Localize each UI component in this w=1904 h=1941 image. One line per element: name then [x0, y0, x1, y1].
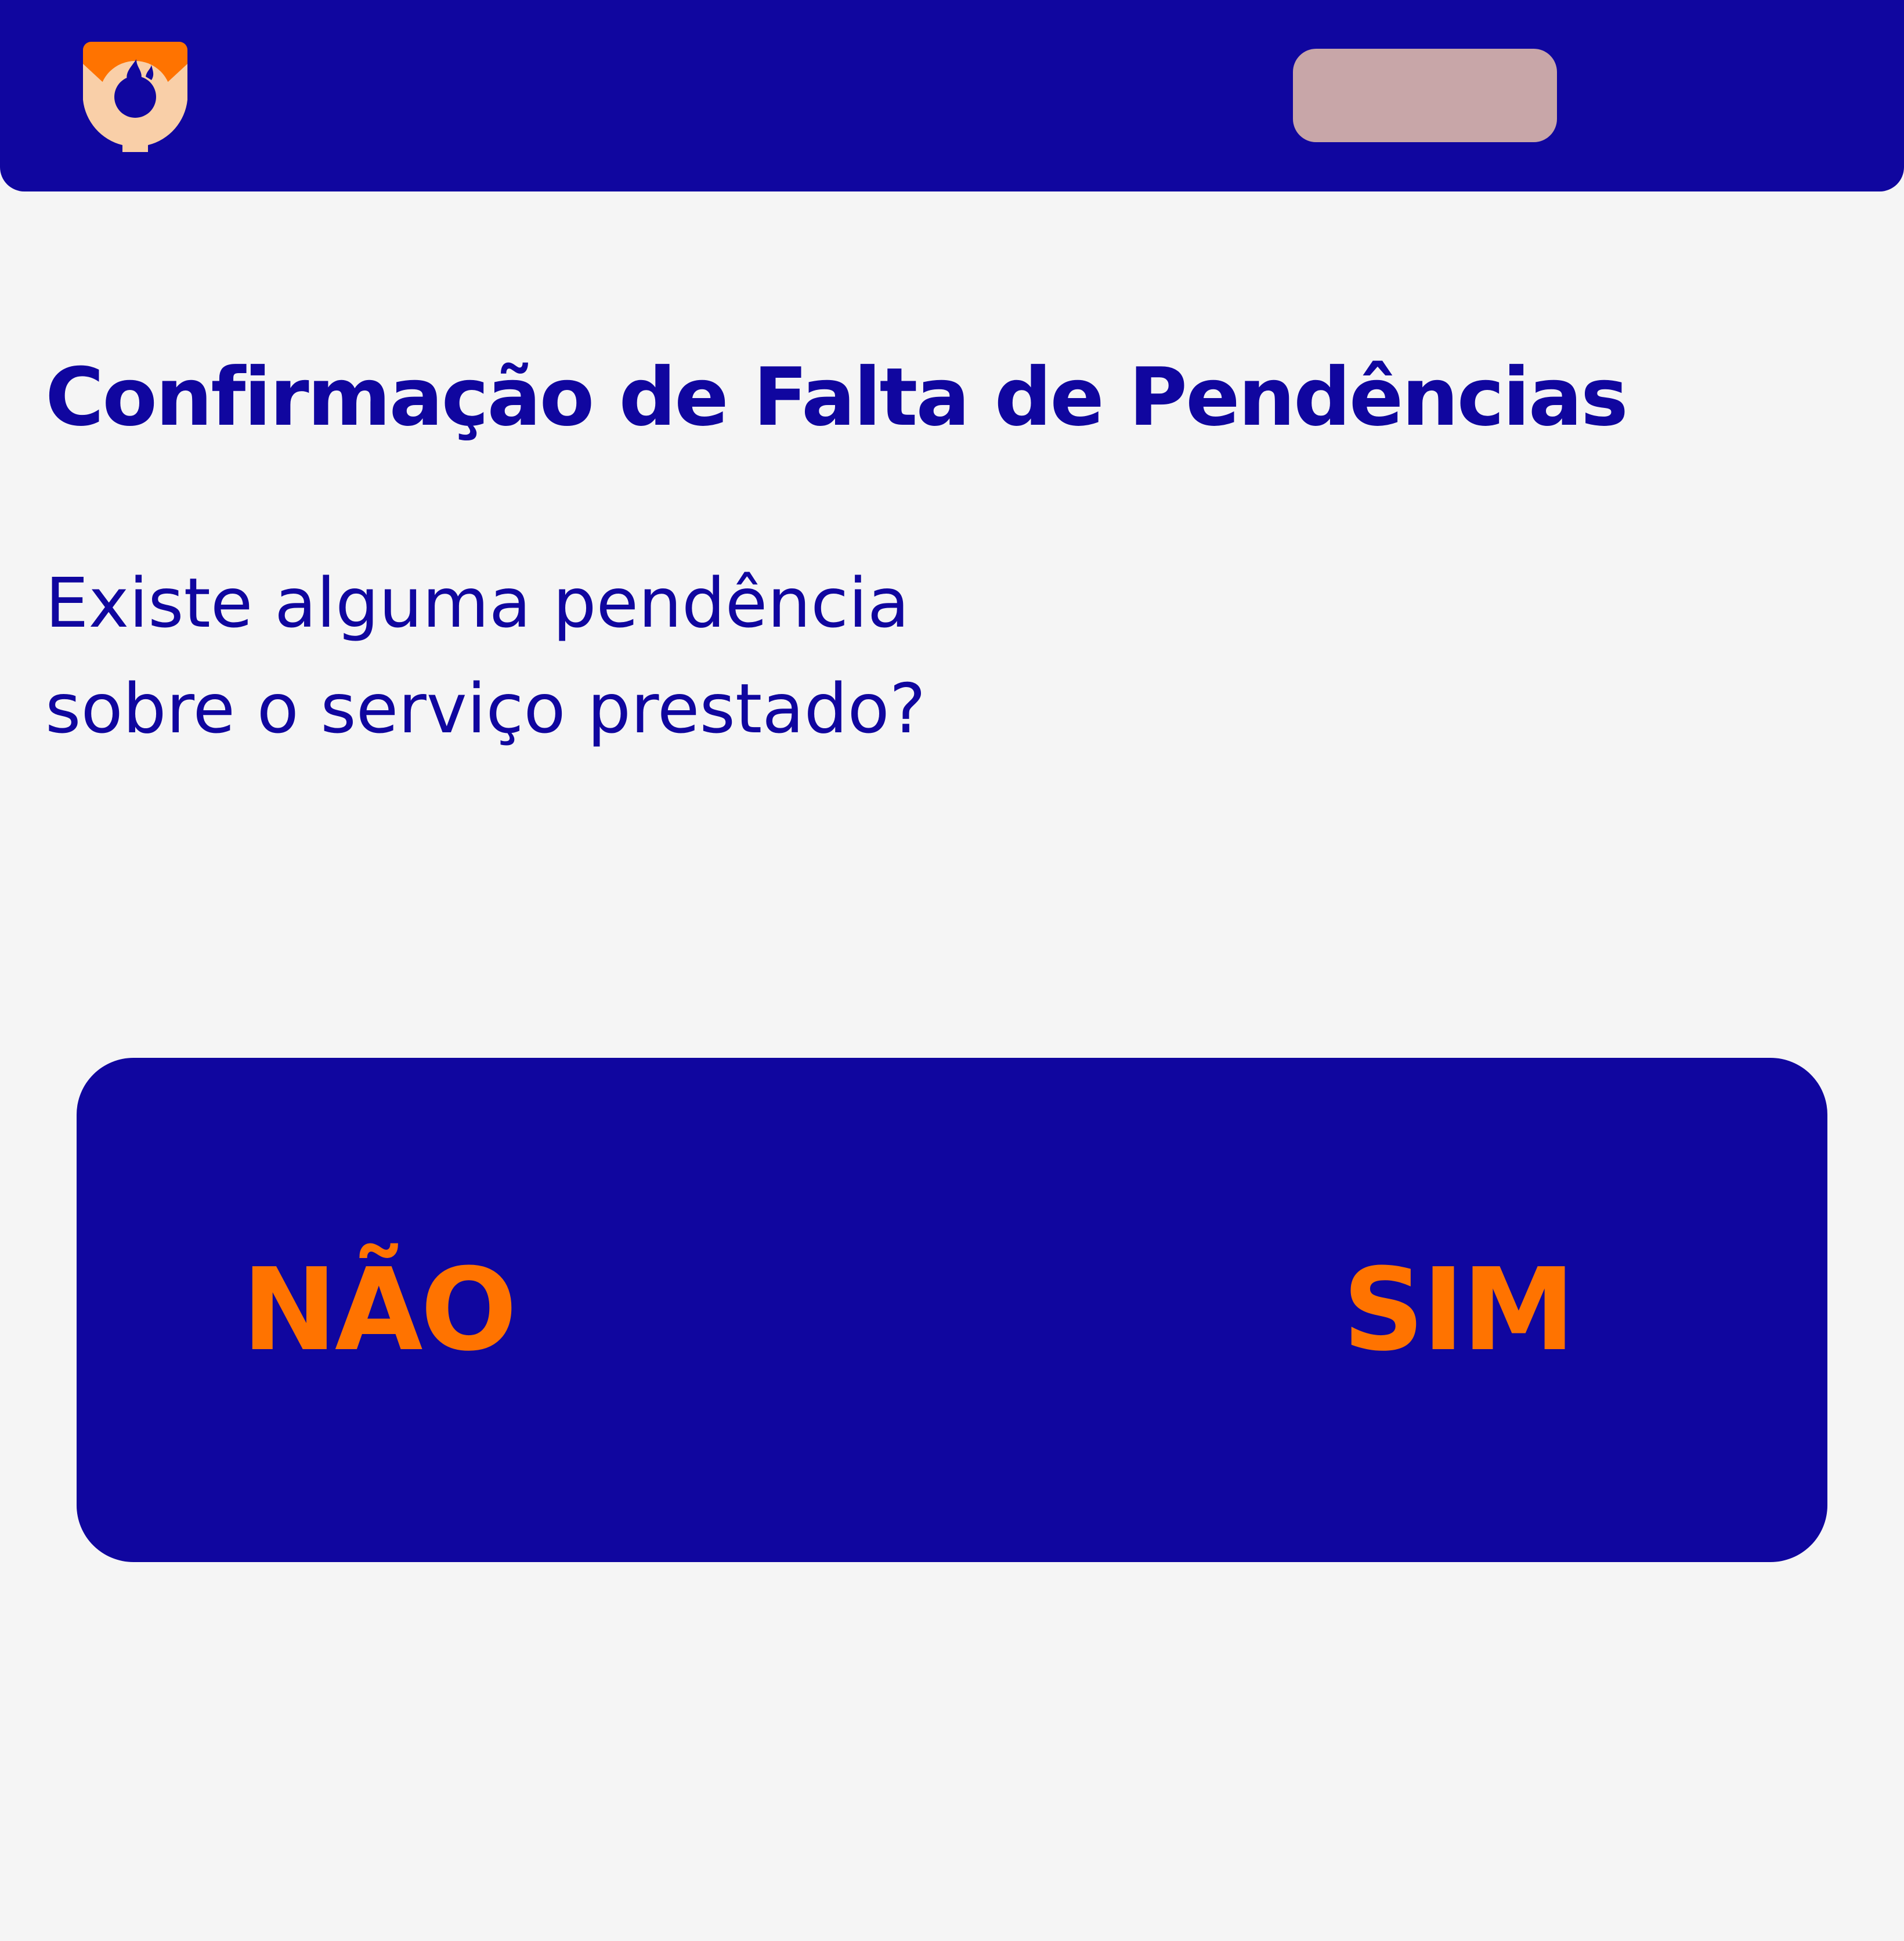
no-button[interactable]: NÃO	[233, 1058, 523, 1562]
flame-shield-logo-icon[interactable]	[83, 42, 187, 152]
question-text: Existe alguma pendência sobre o serviço …	[45, 563, 926, 749]
app-header	[0, 0, 1904, 191]
choice-panel: NÃO SIM	[77, 1058, 1827, 1562]
page-title: Confirmação de Falta de Pendências	[45, 350, 1628, 444]
header-placeholder-button[interactable]	[1293, 49, 1557, 142]
yes-button[interactable]: SIM	[1313, 1058, 1603, 1562]
